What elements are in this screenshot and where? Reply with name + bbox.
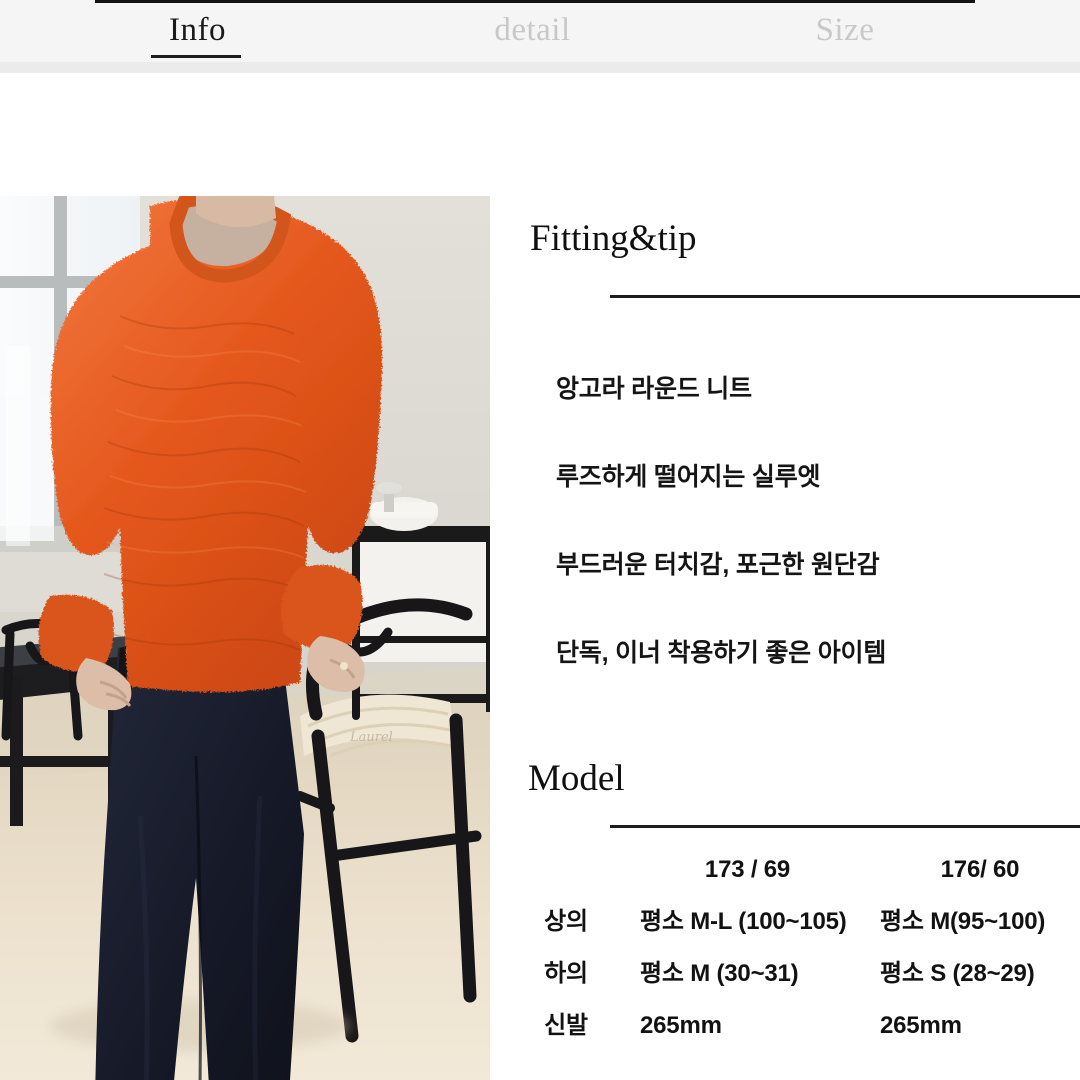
model-divider <box>610 825 1080 828</box>
active-tab-underline <box>151 55 241 58</box>
row-value-model-b: 평소 S (28~29) <box>880 960 1035 987</box>
model-spec-table: 173 / 69 176/ 60 상의 평소 M-L (100~105) 평소 … <box>490 844 1080 1052</box>
fitting-bullet: 루즈하게 떨어지는 실루엣 <box>556 463 821 491</box>
fitting-heading: Fitting&tip <box>530 218 697 259</box>
table-row: 신발 265mm 265mm <box>490 1000 1080 1052</box>
row-value-model-b: 평소 M(95~100) <box>880 908 1046 935</box>
row-value-model-b: 265mm <box>880 1012 962 1039</box>
table-row: 하의 평소 M (30~31) 평소 S (28~29) <box>490 948 1080 1000</box>
model-heading: Model <box>528 758 625 799</box>
row-value-model-a: 265mm <box>640 1012 722 1039</box>
model-b-size: 176/ 60 <box>940 856 1020 883</box>
row-label: 상의 <box>544 908 588 935</box>
tab-bar-shadow <box>0 62 1080 73</box>
row-value-model-a: 평소 M-L (100~105) <box>640 908 847 935</box>
fitting-bullet: 부드러운 터치감, 포근한 원단감 <box>556 551 880 579</box>
fitting-divider <box>610 295 1080 298</box>
fitting-bullet: 앙고라 라운드 니트 <box>556 375 752 403</box>
info-panel: Fitting&tip 앙고라 라운드 니트 루즈하게 떨어지는 실루엣 부드러… <box>490 196 1080 1080</box>
tab-detail[interactable]: detail <box>430 8 635 52</box>
svg-text:Laurel: Laurel <box>349 730 393 745</box>
tab-size[interactable]: Size <box>745 8 945 52</box>
tab-info[interactable]: Info <box>120 8 275 52</box>
fitting-bullet: 단독, 이너 착용하기 좋은 아이템 <box>556 639 887 667</box>
table-header-row: 173 / 69 176/ 60 <box>490 844 1080 896</box>
tab-bar-top-rule <box>95 0 975 3</box>
product-photo-illustration: Laurel <box>0 196 490 1080</box>
row-label: 하의 <box>544 960 588 987</box>
model-a-size: 173 / 69 <box>704 856 791 883</box>
row-label: 신발 <box>544 1012 588 1039</box>
tab-bar: Info detail Size <box>0 0 1080 62</box>
row-value-model-a: 평소 M (30~31) <box>640 960 799 987</box>
table-row: 상의 평소 M-L (100~105) 평소 M(95~100) <box>490 896 1080 948</box>
product-photo[interactable]: Laurel <box>0 196 490 1080</box>
